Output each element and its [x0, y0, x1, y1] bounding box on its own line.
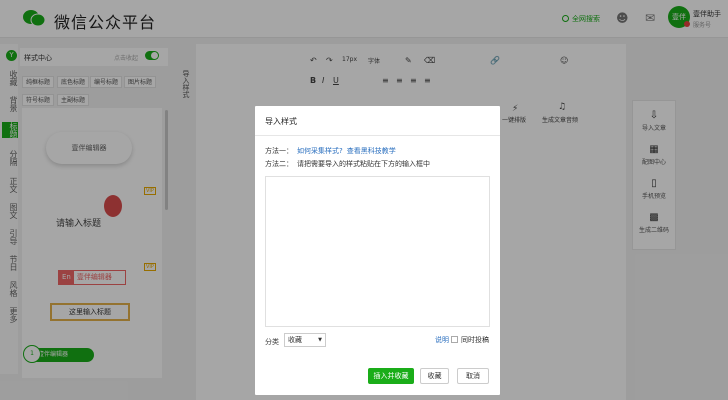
- category-label: 分类: [265, 338, 279, 346]
- method-one: 方法一： 如何采集样式? 查看黑科技教学: [265, 147, 396, 155]
- method-two: 方法二： 请把需要导入的样式粘贴在下方的输入框中: [265, 160, 430, 168]
- insert-and-favorite-button[interactable]: 插入并收藏: [368, 368, 414, 384]
- dialog-title: 导入样式: [265, 117, 297, 126]
- dropdown-arrow-icon: ▼: [318, 337, 322, 343]
- favorite-button[interactable]: 收藏: [420, 368, 449, 384]
- how-to-collect-link[interactable]: 如何采集样式?: [297, 147, 343, 155]
- sync-submit-label: 同时投稿: [461, 336, 489, 344]
- dialog-divider: [255, 135, 500, 136]
- sync-submit-checkbox[interactable]: [451, 336, 458, 343]
- tutorial-link[interactable]: 查看黑科技教学: [347, 147, 396, 155]
- style-paste-textarea[interactable]: [265, 176, 490, 327]
- import-style-dialog: 导入样式 方法一： 如何采集样式? 查看黑科技教学 方法二： 请把需要导入的样式粘贴在…: [255, 106, 500, 395]
- explain-link[interactable]: 说明: [435, 335, 449, 345]
- cancel-button[interactable]: 取消: [457, 368, 489, 384]
- category-select[interactable]: 收藏 ▼: [284, 333, 326, 347]
